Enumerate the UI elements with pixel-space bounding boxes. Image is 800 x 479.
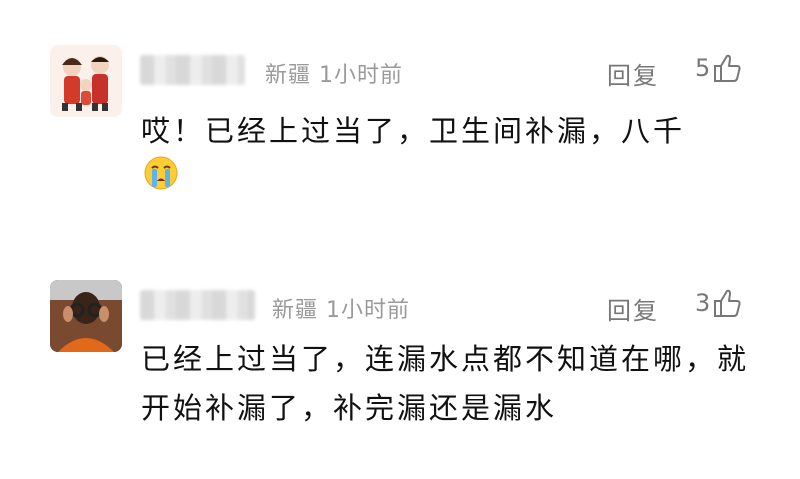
like-button[interactable]: 3 [695, 288, 741, 318]
comment-item: 新疆 1小时前 回复 3 已经上过当了，连漏水点都不知道在哪，就开始补漏了，补完漏… [0, 240, 800, 479]
like-count: 5 [695, 54, 711, 82]
comment-text: 哎！已经上过当了，卫生间补漏，八千 [141, 114, 686, 148]
avatar[interactable] [50, 45, 122, 117]
location-label: 新疆 [272, 298, 319, 323]
reply-button[interactable]: 回复 [607, 291, 659, 326]
reply-button[interactable]: 回复 [607, 56, 659, 91]
like-count: 3 [695, 289, 711, 317]
username-redacted[interactable] [140, 290, 255, 320]
avatar[interactable] [50, 280, 122, 352]
comment-meta: 新疆 1小时前 [265, 57, 403, 89]
username-redacted[interactable] [140, 55, 245, 85]
like-button[interactable]: 5 [695, 53, 741, 83]
thumbs-up-icon [714, 54, 741, 82]
comment-meta: 新疆 1小时前 [272, 292, 410, 324]
comment-item: 新疆 1小时前 回复 5 哎！已经上过当了，卫生间补漏，八千 [0, 0, 800, 240]
thumbs-up-icon [714, 289, 741, 317]
crying-face-icon [143, 155, 179, 195]
comment-text: 已经上过当了，连漏水点都不知道在哪，就开始补漏了，补完漏还是漏水 [141, 342, 750, 425]
time-label: 1小时前 [326, 298, 411, 323]
location-label: 新疆 [265, 63, 312, 88]
time-label: 1小时前 [319, 63, 404, 88]
